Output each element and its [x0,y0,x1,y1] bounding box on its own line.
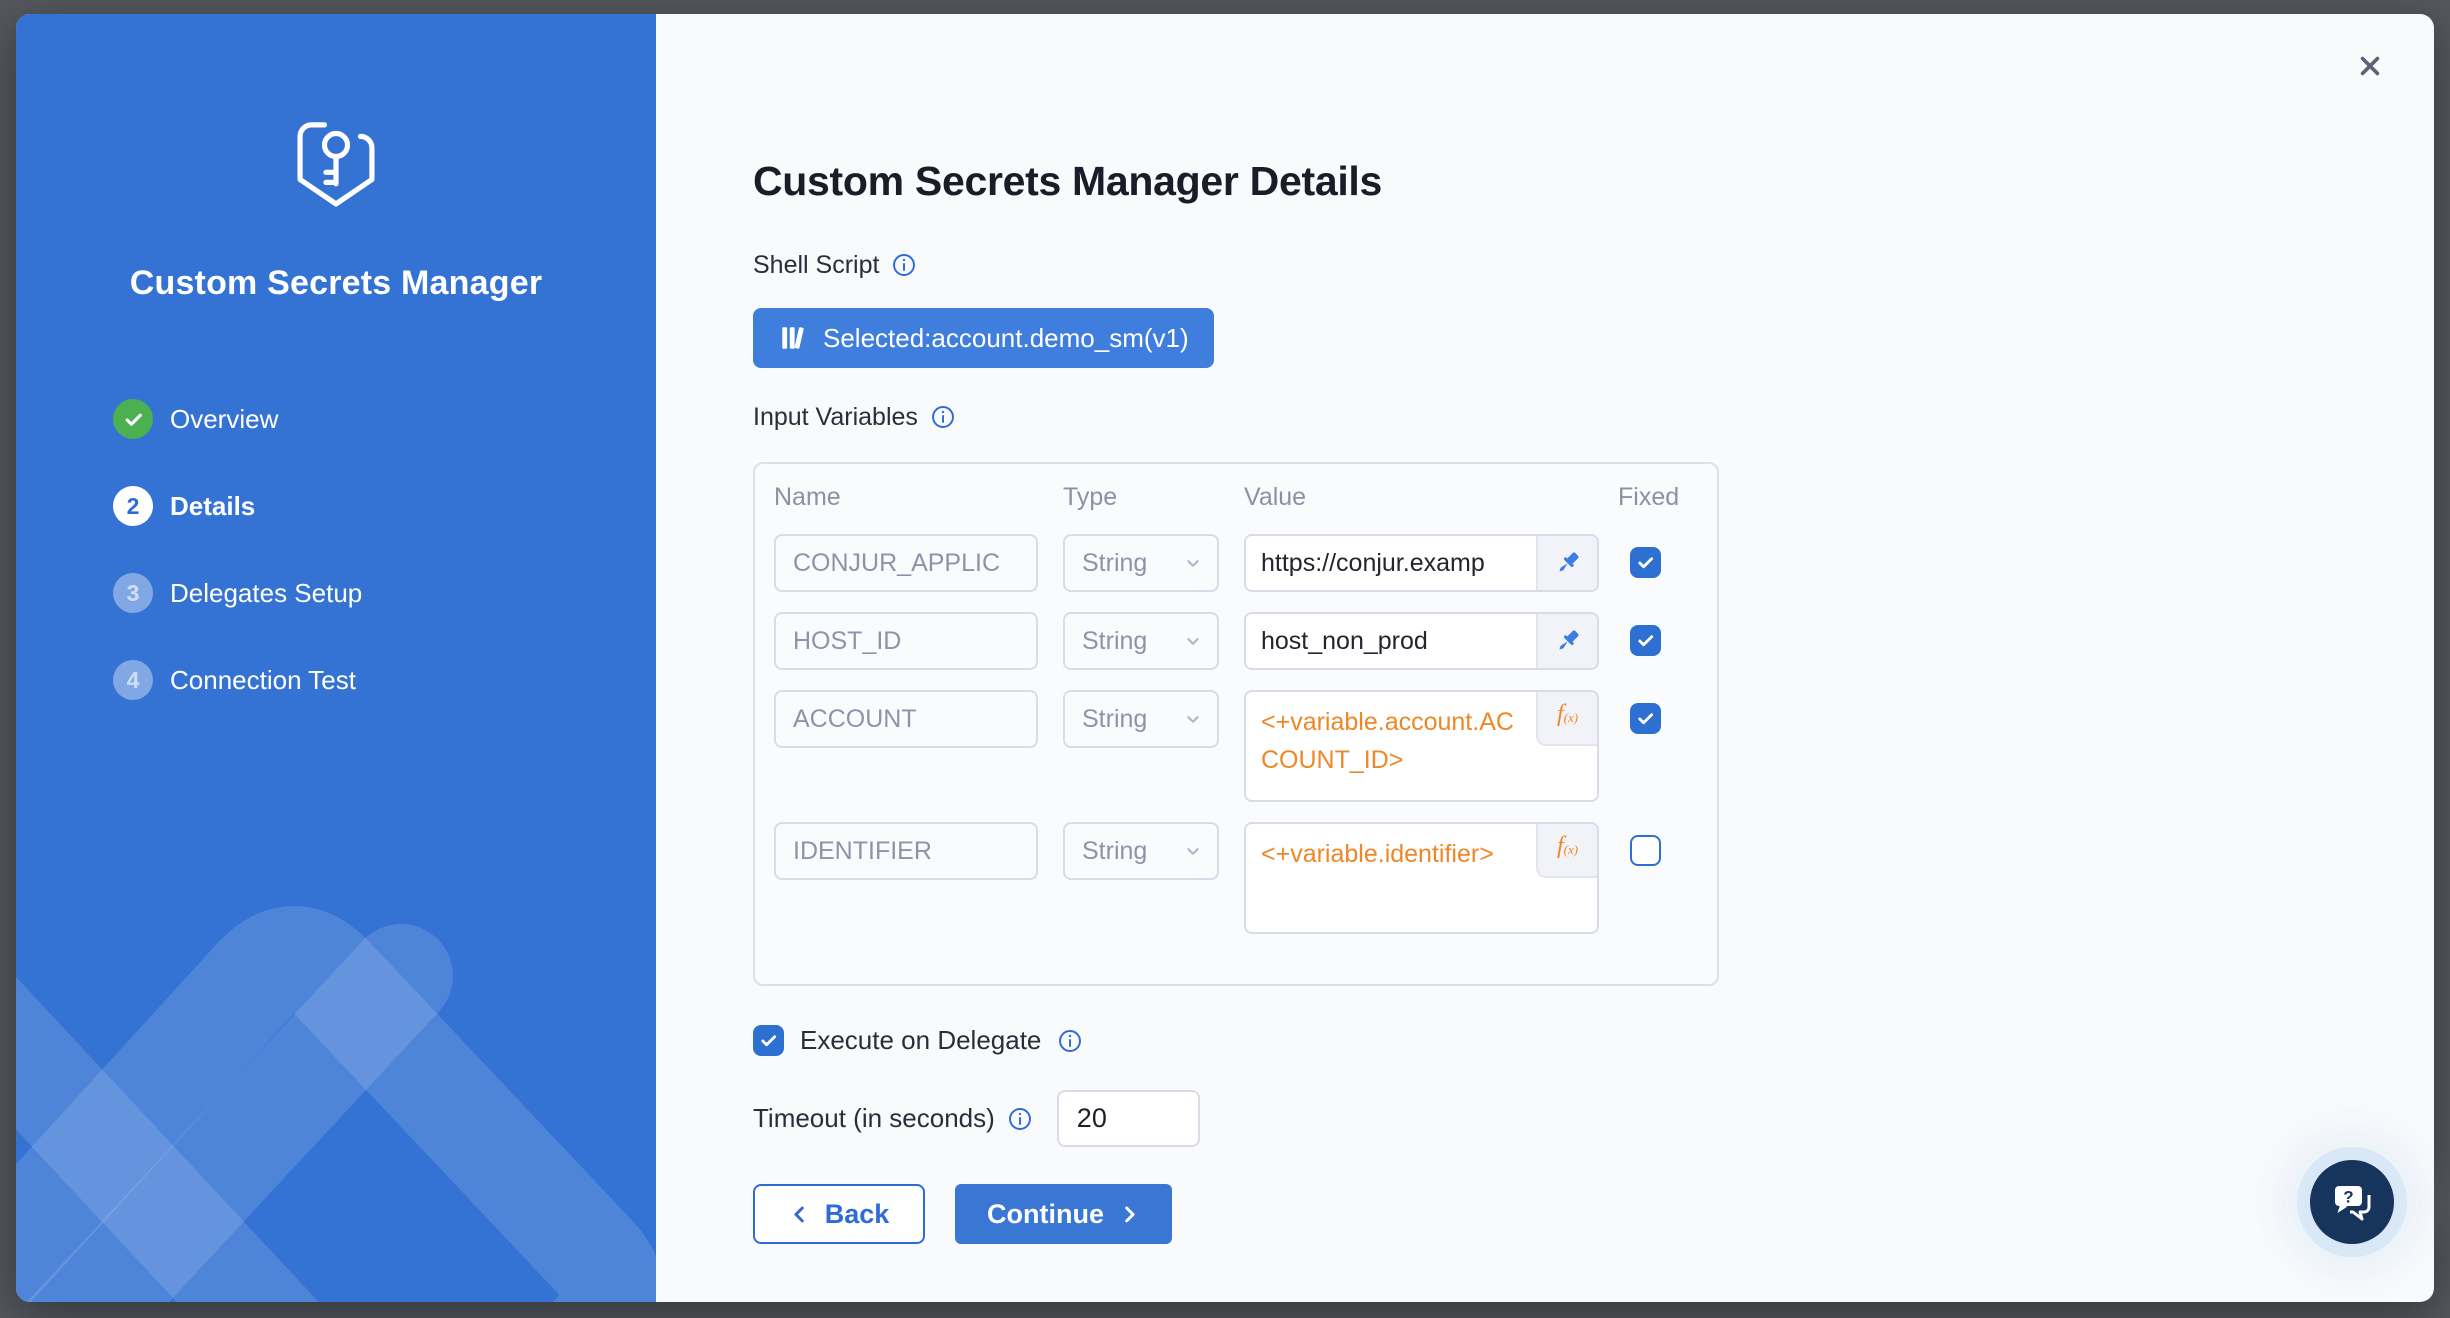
expression-fx-icon: f [1557,833,1564,860]
variable-row: String <+variable.identifier> f(x) [774,822,1717,934]
expression-fx-icon: f [1557,701,1564,728]
back-button[interactable]: Back [753,1184,925,1244]
chevron-right-icon [1118,1203,1140,1225]
column-header-fixed: Fixed [1618,482,1717,512]
variable-value-field [1244,534,1599,592]
check-icon [759,1031,778,1050]
execute-on-delegate-info[interactable] [1057,1028,1083,1054]
info-icon [1007,1106,1033,1132]
step-label: Details [170,491,255,522]
variable-type-select[interactable]: String [1063,534,1219,592]
column-header-name: Name [774,482,1038,512]
details-panel: Custom Secrets Manager Details Shell Scr… [656,14,2434,1302]
variable-value-field [1244,612,1599,670]
continue-button-label: Continue [987,1199,1104,1230]
step-connection-test[interactable]: 4 Connection Test [113,660,656,700]
harness-logo-watermark [16,838,656,1302]
fixed-checkbox[interactable] [1630,625,1661,656]
pin-value-type-button[interactable] [1536,536,1597,590]
step-overview[interactable]: 1 Overview [113,399,656,439]
table-header: Name Type Value Fixed [774,482,1717,512]
custom-secrets-manager-dialog: Custom Secrets Manager 1 Overview 2 Deta… [16,14,2434,1302]
pin-icon [1553,548,1583,578]
column-header-value: Value [1244,482,1599,512]
chevron-down-icon [1182,630,1204,652]
variable-type-select[interactable]: String [1063,822,1219,880]
expression-text: <+variable.identifier> [1261,835,1527,873]
wizard-steps: 1 Overview 2 Details 3 [113,399,656,700]
step-number: 3 [113,573,153,613]
shell-script-label: Shell Script [753,251,879,280]
step-number: 4 [113,660,153,700]
expression-fx-button[interactable]: f(x) [1536,692,1597,746]
step-number: 2 [113,486,153,526]
variable-type-value: String [1082,837,1147,866]
check-icon [1636,553,1655,572]
variable-type-select[interactable]: String [1063,690,1219,748]
check-icon [1636,631,1655,650]
page-title: Custom Secrets Manager Details [753,157,2434,205]
help-chat-button[interactable]: ? [2310,1160,2394,1244]
variable-row: String [774,612,1717,670]
variable-value-input[interactable] [1246,536,1536,590]
step-label: Overview [170,404,278,435]
timeout-info[interactable] [1007,1106,1033,1132]
variable-name-input[interactable] [774,534,1038,592]
wizard-sidebar: Custom Secrets Manager 1 Overview 2 Deta… [16,14,656,1302]
variable-value-input[interactable] [1246,614,1536,668]
info-icon [1057,1028,1083,1054]
info-icon [891,252,917,278]
input-variables-table: Name Type Value Fixed String [753,462,1719,986]
chevron-down-icon [1182,840,1204,862]
timeout-label: Timeout (in seconds) [753,1103,995,1134]
wizard-title: Custom Secrets Manager [16,264,656,303]
continue-button[interactable]: Continue [955,1184,1172,1244]
column-header-type: Type [1063,482,1219,512]
variable-name-input[interactable] [774,822,1038,880]
pin-value-type-button[interactable] [1536,614,1597,668]
pin-icon [1553,626,1583,656]
fixed-checkbox[interactable] [1630,547,1661,578]
variable-name-input[interactable] [774,612,1038,670]
back-button-label: Back [825,1199,890,1230]
shield-key-icon [290,116,382,220]
variable-value-expression[interactable]: <+variable.account.ACCOUNT_ID> f(x) [1244,690,1599,802]
variable-row: String [774,534,1717,592]
chevron-left-icon [789,1203,811,1225]
check-icon [1636,709,1655,728]
svg-text:?: ? [2343,1188,2353,1207]
variable-type-value: String [1082,627,1147,656]
execute-on-delegate-checkbox[interactable] [753,1025,784,1056]
fixed-checkbox[interactable] [1630,835,1661,866]
variable-type-select[interactable]: String [1063,612,1219,670]
selected-shell-script-chip[interactable]: Selected:account.demo_sm(v1) [753,308,1214,368]
input-variables-label: Input Variables [753,403,918,432]
input-variables-info[interactable] [930,404,956,430]
step-label: Delegates Setup [170,578,362,609]
step-details[interactable]: 2 Details [113,486,656,526]
expression-fx-button[interactable]: f(x) [1536,824,1597,878]
execute-on-delegate-label: Execute on Delegate [800,1025,1041,1056]
step-delegates-setup[interactable]: 3 Delegates Setup [113,573,656,613]
chevron-down-icon [1182,708,1204,730]
expression-text: <+variable.account.ACCOUNT_ID> [1261,703,1527,779]
chevron-down-icon [1182,552,1204,574]
variable-value-expression[interactable]: <+variable.identifier> f(x) [1244,822,1599,934]
timeout-input[interactable] [1057,1090,1200,1147]
variable-type-value: String [1082,705,1147,734]
step-complete-check-icon: 1 [113,399,153,439]
info-icon [930,404,956,430]
close-button[interactable] [2350,46,2390,86]
shell-script-info[interactable] [891,252,917,278]
help-chat-icon: ? [2328,1178,2376,1226]
step-label: Connection Test [170,665,356,696]
variable-name-input[interactable] [774,690,1038,748]
close-icon [2353,49,2387,83]
variable-type-value: String [1082,549,1147,578]
fixed-checkbox[interactable] [1630,703,1661,734]
library-icon [778,323,808,353]
selected-shell-script-label: Selected:account.demo_sm(v1) [823,323,1189,354]
variable-row: String <+variable.account.ACCOUNT_ID> f(… [774,690,1717,802]
